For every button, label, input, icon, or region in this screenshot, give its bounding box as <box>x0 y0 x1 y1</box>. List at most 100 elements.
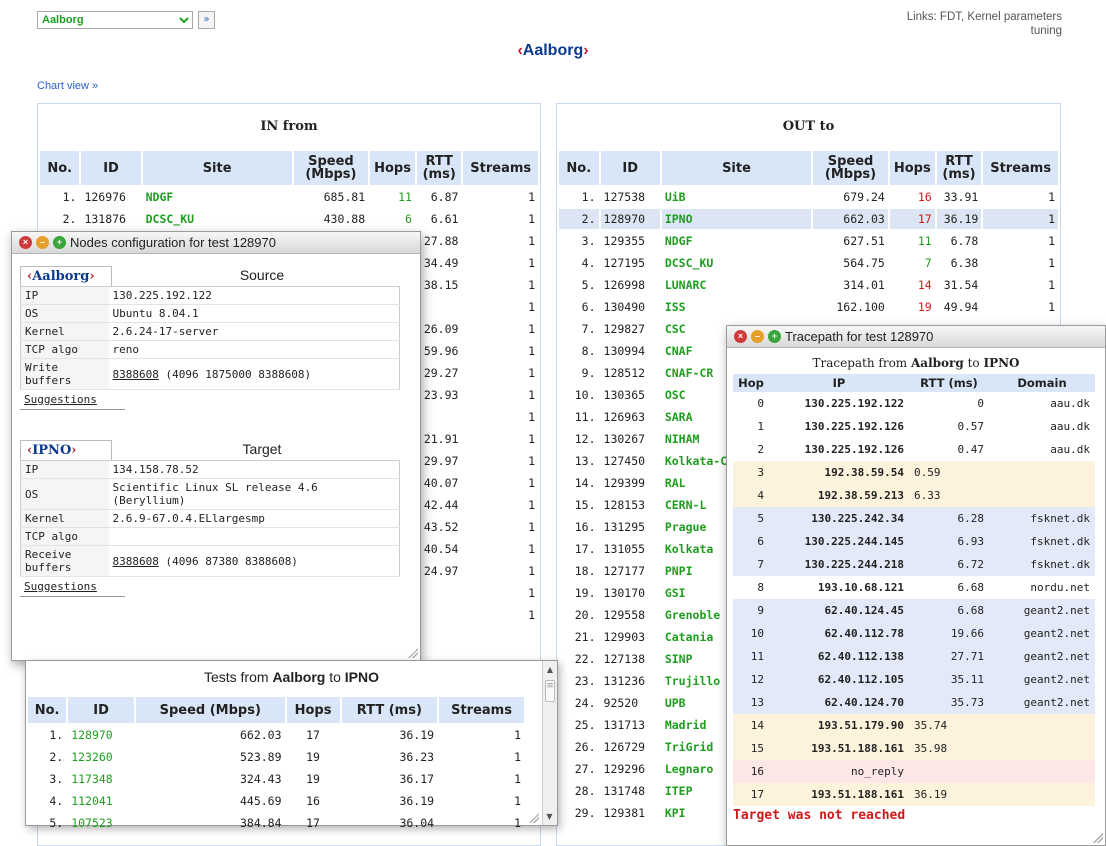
table-row[interactable]: 2. 123260 523.89 19 36.23 1 <box>28 747 524 767</box>
test-id[interactable]: 126998 <box>601 275 660 295</box>
site-name[interactable]: DCSC_KU <box>662 253 811 273</box>
test-id[interactable]: 128512 <box>601 363 660 383</box>
buffer-link[interactable]: 8388608 <box>113 555 159 568</box>
table-row[interactable]: 2. 131876 DCSC_KU 430.88 6 6.61 1 <box>40 209 538 229</box>
test-id[interactable]: 128153 <box>601 495 660 515</box>
test-id[interactable]: 127138 <box>601 649 660 669</box>
test-id[interactable]: 130365 <box>601 385 660 405</box>
resize-grip-icon[interactable] <box>529 813 539 823</box>
column-header[interactable]: Speed (Mbps) <box>813 151 888 185</box>
test-id[interactable]: 126729 <box>601 737 660 757</box>
column-header[interactable]: Streams <box>983 151 1058 185</box>
minimize-icon[interactable]: – <box>751 330 764 343</box>
column-header[interactable]: Speed (Mbps) <box>135 697 285 723</box>
tests-scrollbar[interactable]: ▲ ≡ ▼ <box>542 661 557 825</box>
scroll-down-icon[interactable]: ▼ <box>543 812 556 821</box>
test-id[interactable]: 131713 <box>601 715 660 735</box>
test-id[interactable]: 127195 <box>601 253 660 273</box>
site-select[interactable]: Aalborg <box>37 11 193 29</box>
test-id[interactable]: 131876 <box>81 209 140 229</box>
target-suggestions-link[interactable]: Suggestions <box>20 577 125 597</box>
column-header[interactable]: RTT (ms) <box>416 151 462 185</box>
maximize-icon[interactable]: + <box>53 236 66 249</box>
column-header[interactable]: Hops <box>370 151 415 185</box>
test-id[interactable]: 126976 <box>81 187 140 207</box>
scroll-up-icon[interactable]: ▲ <box>543 665 557 674</box>
test-id[interactable]: 130490 <box>601 297 660 317</box>
test-id[interactable]: 130170 <box>601 583 660 603</box>
minimize-icon[interactable]: – <box>36 236 49 249</box>
test-id-link[interactable]: 123260 <box>68 747 134 767</box>
links-line-1[interactable]: Links: FDT, Kernel parameters <box>907 10 1062 24</box>
column-header[interactable]: No. <box>40 151 80 185</box>
column-header[interactable]: Hops <box>286 697 340 723</box>
test-id[interactable]: 129355 <box>601 231 660 251</box>
table-row[interactable]: 5. 126998 LUNARC 314.01 14 31.54 1 <box>559 275 1058 295</box>
test-id[interactable]: 129399 <box>601 473 660 493</box>
nodes-window-titlebar[interactable]: × – + Nodes configuration for test 12897… <box>12 232 420 254</box>
column-header[interactable]: ID <box>600 151 660 185</box>
test-id[interactable]: 129903 <box>601 627 660 647</box>
column-header[interactable]: ID <box>81 151 141 185</box>
resize-grip-icon[interactable] <box>408 648 418 658</box>
test-id[interactable]: 128970 <box>600 209 660 229</box>
table-row[interactable]: 4. 127195 DCSC_KU 564.75 7 6.38 1 <box>559 253 1058 273</box>
test-id[interactable]: 127538 <box>601 187 660 207</box>
column-header[interactable]: No. <box>28 697 67 723</box>
column-header[interactable]: No. <box>559 151 599 185</box>
column-header[interactable]: Streams <box>439 697 524 723</box>
column-header[interactable]: RTT (ms) <box>341 697 438 723</box>
maximize-icon[interactable]: + <box>768 330 781 343</box>
table-row[interactable]: 3. 129355 NDGF 627.51 11 6.78 1 <box>559 231 1058 251</box>
table-row[interactable]: 1. 127538 UiB 679.24 16 33.91 1 <box>559 187 1058 207</box>
resize-grip-icon[interactable] <box>1093 833 1103 843</box>
site-name[interactable]: NDGF <box>143 187 292 207</box>
column-header[interactable]: ID <box>68 697 134 723</box>
chart-view-link[interactable]: Chart view » <box>37 80 98 92</box>
table-row[interactable]: 1. 126976 NDGF 685.81 11 6.87 1 <box>40 187 538 207</box>
test-id[interactable]: 130994 <box>601 341 660 361</box>
table-row[interactable]: 5. 107523 384.84 17 36.04 1 <box>28 813 524 833</box>
test-id-link[interactable]: 107523 <box>68 813 134 833</box>
title-site[interactable]: Aalborg <box>523 42 583 59</box>
buffer-link[interactable]: 8388608 <box>113 368 159 381</box>
table-row[interactable]: 1. 128970 662.03 17 36.19 1 <box>28 725 524 745</box>
table-row[interactable]: 4. 112041 445.69 16 36.19 1 <box>28 791 524 811</box>
site-name[interactable]: LUNARC <box>662 275 811 295</box>
go-button[interactable]: » <box>198 11 215 29</box>
test-id[interactable]: 130267 <box>601 429 660 449</box>
tracepath-window-titlebar[interactable]: × – + Tracepath for test 128970 <box>727 326 1105 348</box>
table-row[interactable]: 3. 117348 324.43 19 36.17 1 <box>28 769 524 789</box>
column-header[interactable]: Speed (Mbps) <box>293 151 369 185</box>
test-id-link[interactable]: 112041 <box>68 791 134 811</box>
test-id[interactable]: 131055 <box>601 539 660 559</box>
test-id[interactable]: 127177 <box>601 561 660 581</box>
site-name[interactable]: NDGF <box>662 231 811 251</box>
test-id[interactable]: 129296 <box>601 759 660 779</box>
test-id[interactable]: 131236 <box>601 671 660 691</box>
links-line-2[interactable]: tuning <box>907 24 1062 38</box>
test-id-link[interactable]: 128970 <box>68 725 134 745</box>
column-header[interactable]: Streams <box>463 151 538 185</box>
test-id[interactable]: 131295 <box>601 517 660 537</box>
test-id[interactable]: 92520 <box>601 693 660 713</box>
site-name[interactable]: IPNO <box>661 209 812 229</box>
test-id[interactable]: 129558 <box>601 605 660 625</box>
scroll-thumb[interactable]: ≡ <box>545 680 555 702</box>
column-header[interactable]: Site <box>142 151 292 185</box>
test-id-link[interactable]: 117348 <box>68 769 134 789</box>
site-name[interactable]: UiB <box>662 187 811 207</box>
source-suggestions-link[interactable]: Suggestions <box>20 390 125 410</box>
site-name[interactable]: DCSC_KU <box>143 209 292 229</box>
test-id[interactable]: 126963 <box>601 407 660 427</box>
close-icon[interactable]: × <box>19 236 32 249</box>
site-name[interactable]: ISS <box>662 297 811 317</box>
table-row[interactable]: 2. 128970 IPNO 662.03 17 36.19 1 <box>559 209 1058 229</box>
column-header[interactable]: Hops <box>889 151 935 185</box>
test-id[interactable]: 127450 <box>601 451 660 471</box>
test-id[interactable]: 129827 <box>601 319 660 339</box>
source-site-tab[interactable]: ‹Aalborg› <box>20 266 112 286</box>
column-header[interactable]: RTT (ms) <box>936 151 982 185</box>
close-icon[interactable]: × <box>734 330 747 343</box>
target-site-tab[interactable]: ‹IPNO› <box>20 440 112 460</box>
